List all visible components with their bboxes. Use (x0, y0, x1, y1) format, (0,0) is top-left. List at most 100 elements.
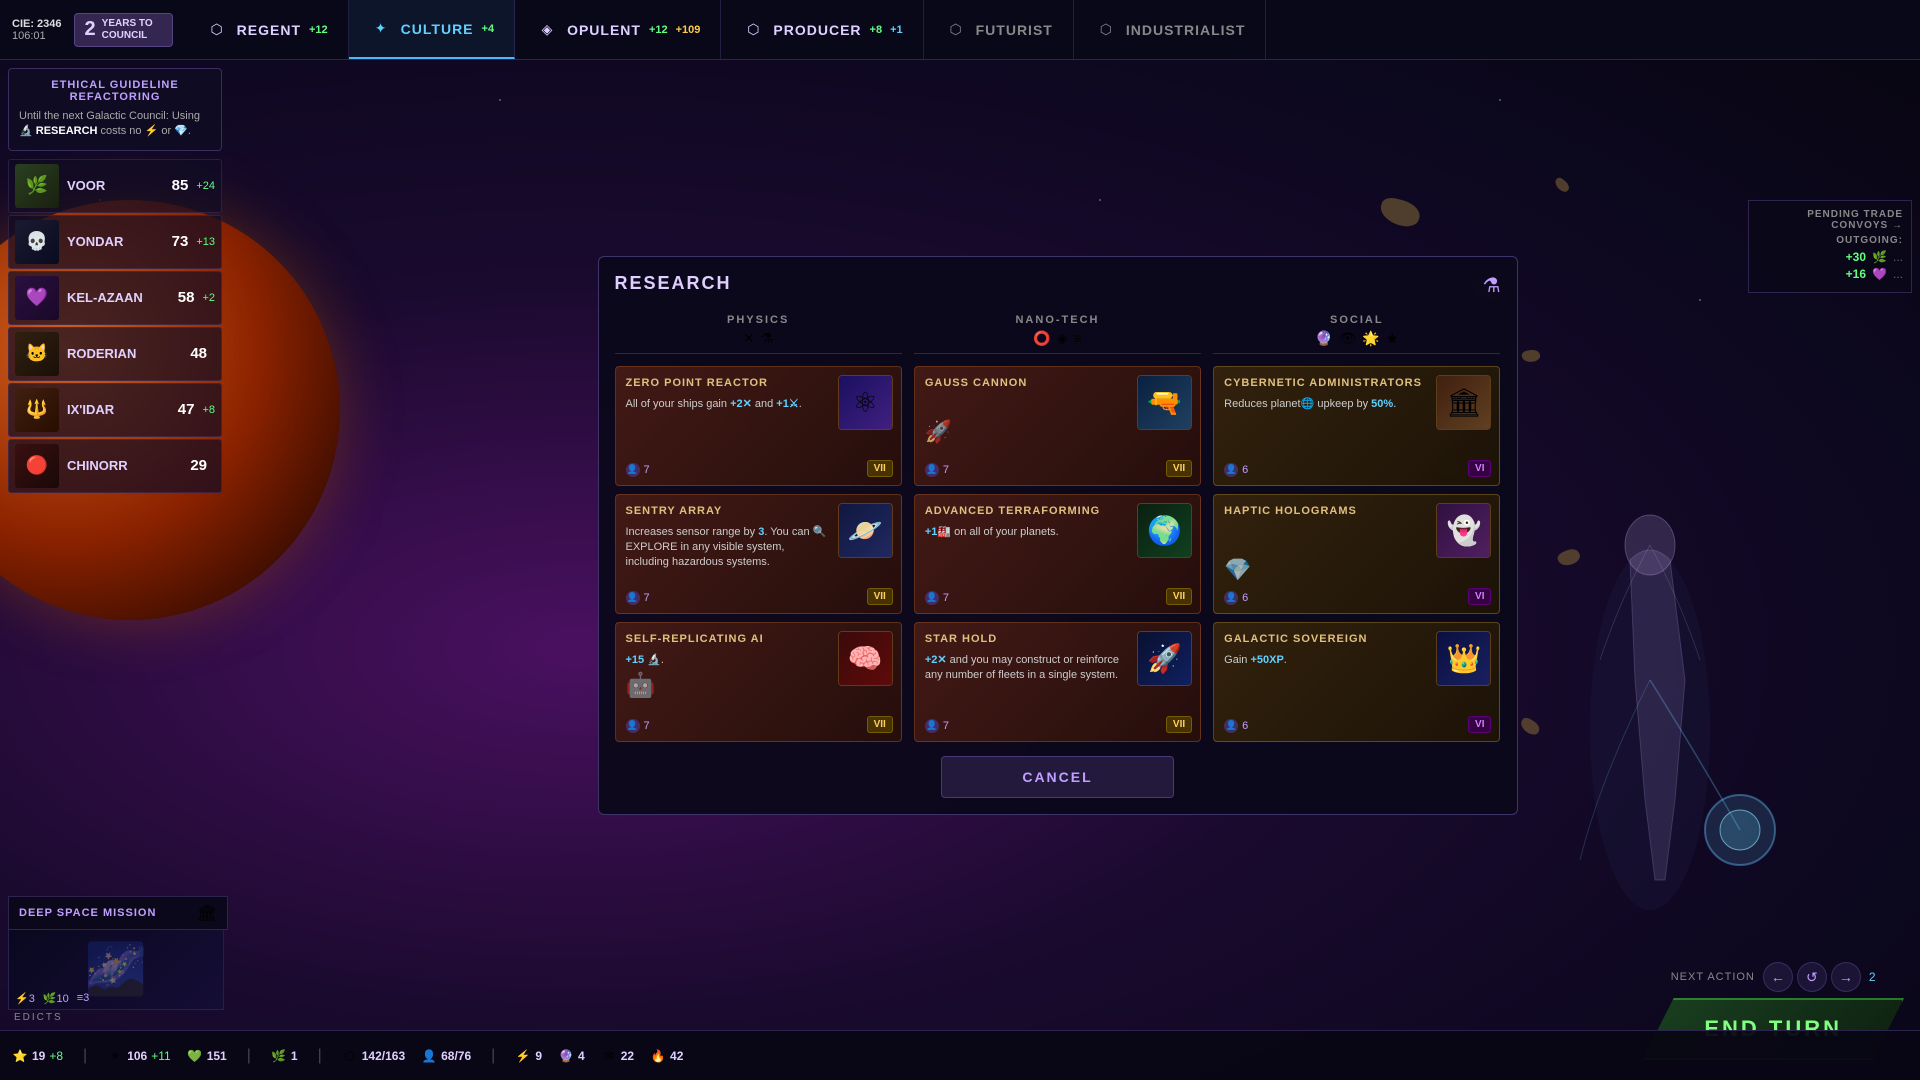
flora-stat-val: 1 (291, 1049, 298, 1063)
trade-dots-1: ... (1893, 250, 1903, 264)
list-item[interactable]: 🌿 VOOR 85 +24 (8, 159, 222, 213)
nav-opulent-bonus2: +109 (676, 24, 701, 36)
nav-arrow-left[interactable]: ← (1763, 962, 1793, 992)
research-card-cybernetic-administrators[interactable]: CYBERNETIC ADMINISTRATORS Reduces planet… (1213, 366, 1500, 486)
cost-val: 6 (1242, 464, 1248, 476)
ds-title: DEEP SPACE MISSION (19, 907, 191, 919)
card-image-terra: 🌍 (1137, 503, 1192, 558)
nav-item-producer[interactable]: ⬡ PRODUCER +8 +1 (721, 0, 923, 59)
tier-badge: VII (867, 460, 893, 477)
haptic-icon: 👻 (1437, 504, 1490, 557)
cost-val: 7 (943, 720, 949, 732)
leader-name: IX'IDAR (67, 402, 170, 417)
outgoing-label: OUTGOING: (1757, 235, 1903, 246)
nav-producer-label: PRODUCER (773, 22, 861, 38)
nav-regent-bonus: +12 (309, 24, 328, 36)
deep-space-image[interactable]: 🌌 ⚡3 🌿10 ≡3 (8, 930, 224, 1010)
cost-val: 7 (943, 464, 949, 476)
cost-icon: 👤 (1224, 719, 1238, 733)
nav-item-opulent[interactable]: ◈ OPULENT +12 +109 (515, 0, 721, 59)
research-card-sentry-array[interactable]: SENTRY ARRAY Increases sensor range by 3… (615, 494, 902, 614)
nanotech-icons: ⭕ ◈ ≡ (920, 330, 1195, 347)
starhold-icon: 🚀 (1138, 632, 1191, 685)
cost-icon: 👤 (925, 719, 939, 733)
card-image-sentry: 🪐 (838, 503, 893, 558)
artifacts-stat-val: 4 (578, 1049, 585, 1063)
edicts-label: EDICTS (14, 1012, 63, 1023)
haptic-object: 💎 (1224, 557, 1251, 583)
research-card-zero-point-reactor[interactable]: ZERO POINT REACTOR All of your ships gai… (615, 366, 902, 486)
social-icons: 🔮 👁 🌟 ★ (1219, 330, 1494, 347)
list-item[interactable]: 🐱 RODERIAN 48 (8, 327, 222, 381)
list-item[interactable]: 💜 KEL-AZAAN 58 +2 (8, 271, 222, 325)
research-column-nanotech: NANO-TECH ⭕ ◈ ≡ GAUSS CANNON 🔫 🚀 (914, 308, 1201, 742)
cost-val: 7 (644, 464, 650, 476)
trade-icon-1: 🌿 (1872, 250, 1887, 264)
list-item[interactable]: 🔱 IX'IDAR 47 +8 (8, 383, 222, 437)
nav-producer-bonus: +8 (870, 24, 883, 36)
research-card-self-replicating-ai[interactable]: SELF-REPLICATING AI +15 🔬. 🧠 🤖 👤 7 VII (615, 622, 902, 742)
trade-row-2: +16 💜 ... (1757, 267, 1903, 281)
research-card-advanced-terraforming[interactable]: ADVANCED TERRAFORMING +1🏭 on all of your… (914, 494, 1201, 614)
research-card-haptic-holograms[interactable]: HAPTIC HOLOGRAMS 👻 💎 👤 6 VI (1213, 494, 1500, 614)
trade-box: PENDING TRADE CONVOYS → OUTGOING: +30 🌿 … (1748, 200, 1912, 293)
industrialist-icon: ⬡ (1094, 18, 1118, 42)
credits-stat-icon: 💚 (187, 1048, 203, 1064)
leader-score: 48 (190, 345, 207, 362)
nav-refresh[interactable]: ↺ (1797, 962, 1827, 992)
leader-delta: +13 (196, 236, 215, 248)
physics-label: PHYSICS (621, 314, 896, 326)
nav-item-regent[interactable]: ⬡ REGENT +12 (185, 0, 349, 59)
leader-delta: +2 (202, 292, 215, 304)
card-cost: 👤 6 (1224, 719, 1248, 733)
bottom-stat-flora: 🌿 1 (271, 1048, 298, 1064)
nav-item-culture[interactable]: ✦ CULTURE +4 (349, 0, 515, 59)
list-item[interactable]: 💀 YONDAR 73 +13 (8, 215, 222, 269)
cie-id: CIE: 2346 (12, 18, 62, 30)
modal-area: RESEARCH ⚗ PHYSICS ✕ ⚗ ZERO POINT REACTO… (265, 65, 1750, 1025)
sentry-icon: 🪐 (839, 504, 892, 557)
top-navigation-bar: CIE: 2346 106:01 2 YEARS TO COUNCIL ⬡ RE… (0, 0, 1920, 60)
card-cost: 👤 7 (626, 591, 650, 605)
research-modal: RESEARCH ⚗ PHYSICS ✕ ⚗ ZERO POINT REACTO… (598, 256, 1518, 815)
cancel-button[interactable]: CANCEL (941, 756, 1173, 798)
leader-name: VOOR (67, 178, 164, 193)
bottom-stat-citizens: 👤 68/76 (421, 1048, 471, 1064)
leader-score: 85 (172, 177, 189, 194)
list-item[interactable]: 🔴 CHINORR 29 (8, 439, 222, 493)
ethical-title: ETHICAL GUIDELINE REFACTORING (19, 79, 211, 103)
cost-icon: 👤 (1224, 463, 1238, 477)
opulent-icon: ◈ (535, 18, 559, 42)
nav-opulent-bonus: +12 (649, 24, 668, 36)
research-card-star-hold[interactable]: STAR HOLD +2✕ and you may construct or r… (914, 622, 1201, 742)
cie-sub: 106:01 (12, 30, 62, 42)
nav-item-futurist[interactable]: ⬡ FUTURIST (924, 0, 1074, 59)
culture-stat-bonus: +8 (49, 1049, 63, 1063)
culture-stat-val: 19 (32, 1049, 45, 1063)
production-stat-icon: ☀ (107, 1048, 123, 1064)
research-card-gauss-cannon[interactable]: GAUSS CANNON 🔫 🚀 👤 7 VII (914, 366, 1201, 486)
deep-space-header: DEEP SPACE MISSION 🏛 (8, 896, 228, 930)
card-cost: 👤 7 (925, 591, 949, 605)
trade-val-1: +30 (1846, 250, 1866, 264)
production-stat-bonus: +11 (151, 1049, 170, 1063)
cie-info: CIE: 2346 106:01 (12, 18, 62, 42)
card-image-gauss: 🔫 (1137, 375, 1192, 430)
leader-score: 73 (172, 233, 189, 250)
trade-title: PENDING TRADE CONVOYS → (1757, 209, 1903, 231)
research-card-galactic-sovereign[interactable]: GALACTIC SOVEREIGN Gain +50XP. 👑 👤 6 VI (1213, 622, 1500, 742)
trade-icon-2: 💜 (1872, 267, 1887, 281)
column-header-social: SOCIAL 🔮 👁 🌟 ★ (1213, 308, 1500, 354)
leader-delta: +8 (202, 404, 215, 416)
nav-item-industrialist[interactable]: ⬡ INDUSTRIALIST (1074, 0, 1267, 59)
bottom-stat-missions: ✉ 22 (601, 1048, 634, 1064)
avatar: 💀 (15, 220, 59, 264)
artifacts-stat-icon: 🔮 (558, 1048, 574, 1064)
column-header-physics: PHYSICS ✕ ⚗ (615, 308, 902, 354)
avatar: 🔱 (15, 388, 59, 432)
combat-stat-val: 42 (670, 1049, 683, 1063)
nav-arrow-right[interactable]: → (1831, 962, 1861, 992)
bottom-bar: ⭐ 19 +8 | ☀ 106 +11 💚 151 | 🌿 1 | ⬡ 142/… (0, 1030, 1920, 1080)
column-header-nanotech: NANO-TECH ⭕ ◈ ≡ (914, 308, 1201, 354)
leader-name: CHINORR (67, 458, 182, 473)
